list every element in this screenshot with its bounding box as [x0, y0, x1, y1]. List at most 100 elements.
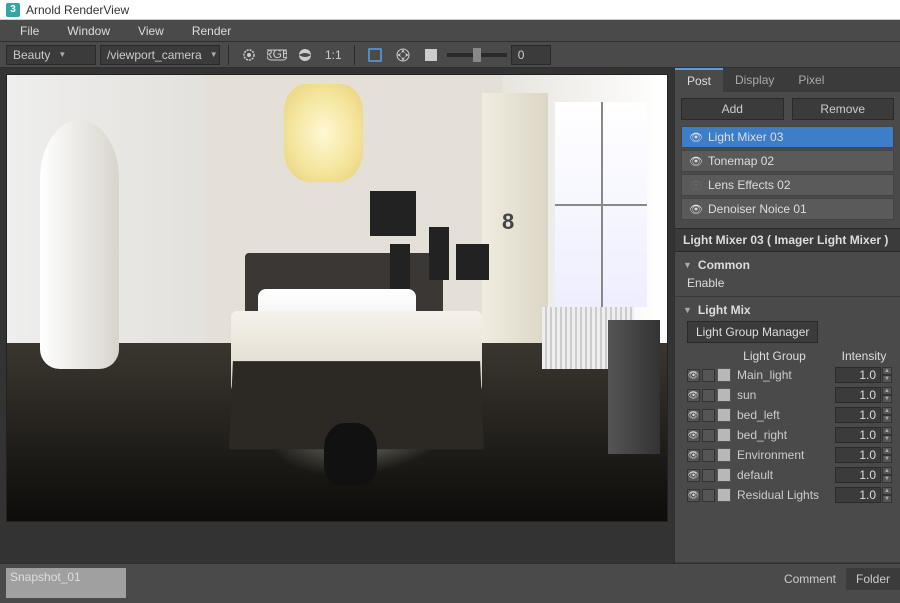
panel-tabs: Post Display Pixel [675, 68, 900, 92]
spinner[interactable]: ▲▼ [882, 427, 892, 443]
imager-label: Light Mixer 03 [708, 130, 783, 144]
light-group-row: 👁 sun1.0▲▼ [687, 385, 892, 405]
imager-list: 👁 Light Mixer 03 👁 Tonemap 02 👁 Lens Eff… [675, 126, 900, 228]
menu-view[interactable]: View [124, 24, 178, 38]
table-header: Light Group Intensity [687, 347, 892, 365]
ratio-label: 1:1 [325, 48, 342, 62]
rollout-common-header[interactable]: ▼ Common [683, 256, 892, 274]
eye-icon[interactable]: 👁 [687, 469, 700, 482]
svg-text:RGB: RGB [267, 48, 287, 61]
intensity-input[interactable]: 1.0 [835, 447, 881, 463]
solo-icon[interactable] [702, 429, 715, 442]
footer-bar: Snapshot_01 Comment Folder [0, 563, 900, 603]
eye-icon[interactable]: 👁 [687, 409, 700, 422]
render-icon[interactable] [237, 43, 261, 67]
spinner[interactable]: ▲▼ [882, 367, 892, 383]
rollout-lightmix: ▼ Light Mix Light Group Manager Light Gr… [675, 297, 900, 563]
intensity-input[interactable]: 1.0 [835, 427, 881, 443]
eye-icon[interactable]: 👁 [688, 155, 704, 168]
color-swatch[interactable] [717, 428, 731, 442]
light-group-row: 👁 Residual Lights1.0▲▼ [687, 485, 892, 505]
caret-down-icon: ▼ [58, 50, 66, 59]
spinner[interactable]: ▲▼ [882, 407, 892, 423]
eye-icon[interactable]: 👁 [687, 489, 700, 502]
aov-dropdown-label: Beauty [13, 48, 50, 62]
add-button[interactable]: Add [681, 98, 784, 120]
globe-icon[interactable] [293, 43, 317, 67]
solo-icon[interactable] [702, 449, 715, 462]
camera-dropdown[interactable]: /viewport_camera ▼ [100, 45, 220, 65]
rollout-common-title: Common [698, 258, 750, 272]
stop-icon[interactable] [419, 43, 443, 67]
solo-icon[interactable] [702, 389, 715, 402]
menu-render[interactable]: Render [178, 24, 245, 38]
intensity-input[interactable]: 1.0 [835, 367, 881, 383]
spinner[interactable]: ▲▼ [882, 387, 892, 403]
color-swatch[interactable] [717, 408, 731, 422]
eye-icon[interactable]: 👁 [688, 131, 704, 144]
light-group-row: 👁bed_left1.0▲▼ [687, 405, 892, 425]
light-group-name: Residual Lights [735, 488, 835, 502]
color-swatch[interactable] [717, 368, 731, 382]
menu-file[interactable]: File [6, 24, 53, 38]
light-group-row: 👁default1.0▲▼ [687, 465, 892, 485]
caret-down-icon: ▼ [683, 305, 692, 315]
rollout-lightmix-title: Light Mix [698, 303, 751, 317]
color-swatch[interactable] [717, 468, 731, 482]
slider-thumb[interactable] [473, 48, 481, 62]
light-group-name: sun [735, 388, 835, 402]
eye-icon[interactable]: 👁 [687, 389, 700, 402]
imager-item-lens-effects[interactable]: 👁 Lens Effects 02 [681, 174, 894, 196]
tab-comment[interactable]: Comment [774, 568, 846, 590]
solo-icon[interactable] [702, 489, 715, 502]
spinner[interactable]: ▲▼ [882, 467, 892, 483]
aov-dropdown[interactable]: Beauty ▼ [6, 45, 96, 65]
eye-icon[interactable]: 👁 [687, 429, 700, 442]
light-group-row: 👁 bed_right1.0▲▼ [687, 425, 892, 445]
imager-item-tonemap[interactable]: 👁 Tonemap 02 [681, 150, 894, 172]
tab-pixel[interactable]: Pixel [786, 68, 836, 92]
exposure-slider[interactable] [447, 53, 507, 57]
imager-item-denoiser[interactable]: 👁 Denoiser Noice 01 [681, 198, 894, 220]
intensity-input[interactable]: 1.0 [835, 387, 881, 403]
title-bar: 3 Arnold RenderView [0, 0, 900, 20]
aperture-icon[interactable] [391, 43, 415, 67]
color-swatch[interactable] [717, 388, 731, 402]
color-swatch[interactable] [717, 448, 731, 462]
snapshot-thumbnail[interactable]: Snapshot_01 [6, 568, 126, 598]
spinner[interactable]: ▲▼ [882, 487, 892, 503]
eye-icon[interactable]: 👁 [688, 179, 704, 192]
menu-window[interactable]: Window [53, 24, 124, 38]
rgb-icon[interactable]: RGB [265, 43, 289, 67]
tab-post[interactable]: Post [675, 68, 723, 92]
intensity-input[interactable]: 1.0 [835, 407, 881, 423]
solo-icon[interactable] [702, 469, 715, 482]
light-group-row: 👁Main_light1.0▲▼ [687, 365, 892, 385]
exposure-value[interactable]: 0 [511, 45, 551, 65]
eye-icon[interactable]: 👁 [688, 203, 704, 216]
spinner[interactable]: ▲▼ [882, 447, 892, 463]
solo-icon[interactable] [702, 409, 715, 422]
crop-icon[interactable] [363, 43, 387, 67]
tab-display[interactable]: Display [723, 68, 786, 92]
light-group-name: bed_right [735, 428, 835, 442]
caret-down-icon: ▼ [683, 260, 692, 270]
aspect-ratio-icon[interactable]: 1:1 [321, 43, 346, 67]
intensity-input[interactable]: 1.0 [835, 467, 881, 483]
eye-icon[interactable]: 👁 [687, 369, 700, 382]
eye-icon[interactable]: 👁 [687, 449, 700, 462]
enable-label[interactable]: Enable [687, 276, 724, 290]
rollout-lightmix-header[interactable]: ▼ Light Mix [683, 301, 892, 319]
render-view[interactable]: 8 [6, 74, 668, 522]
color-swatch[interactable] [717, 488, 731, 502]
solo-icon[interactable] [702, 369, 715, 382]
intensity-input[interactable]: 1.0 [835, 487, 881, 503]
app-icon: 3 [6, 3, 20, 17]
light-group-manager-button[interactable]: Light Group Manager [687, 321, 818, 343]
imager-item-light-mixer[interactable]: 👁 Light Mixer 03 [681, 126, 894, 148]
tab-folder[interactable]: Folder [846, 568, 900, 590]
render-area: 8 [0, 68, 674, 563]
camera-dropdown-label: /viewport_camera [107, 48, 202, 62]
remove-button[interactable]: Remove [792, 98, 895, 120]
imager-label: Lens Effects 02 [708, 178, 791, 192]
